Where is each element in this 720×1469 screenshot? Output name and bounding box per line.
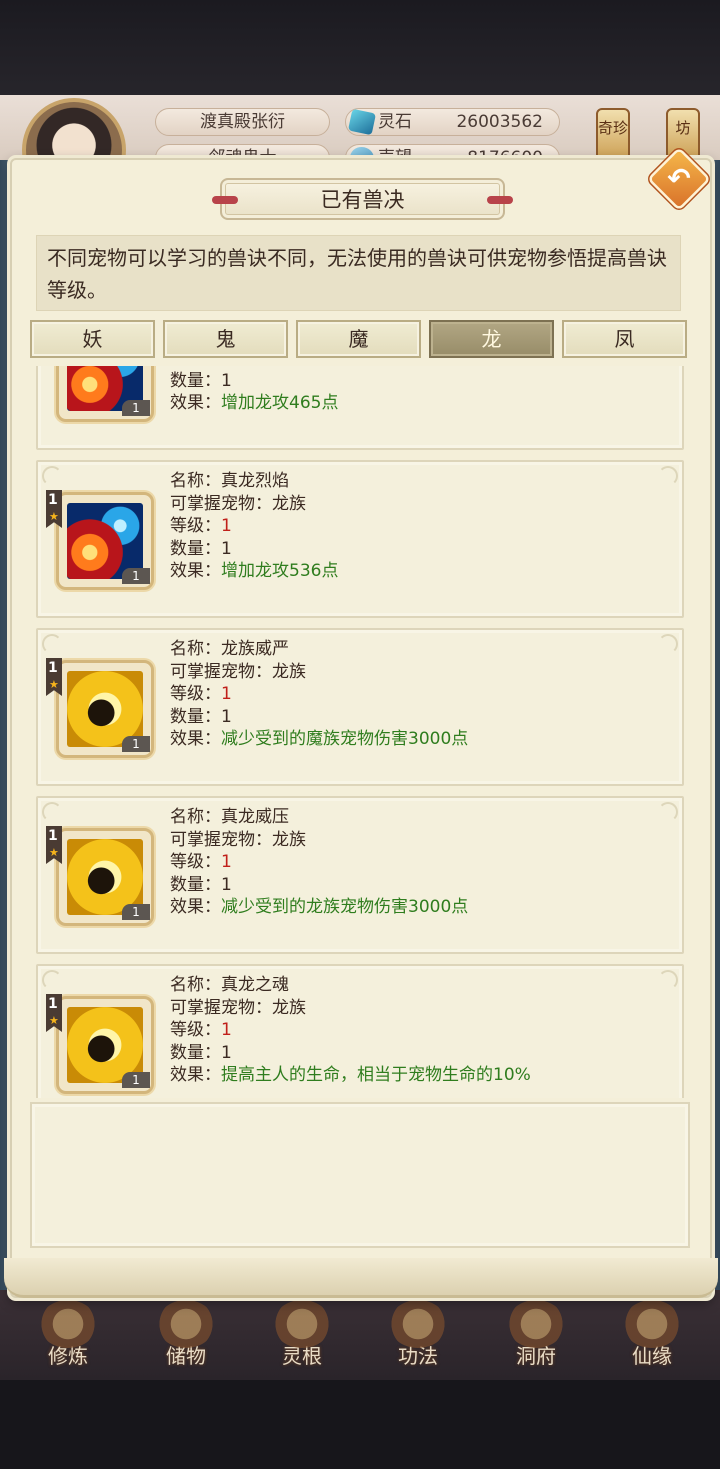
spirit-stone-display: 灵石 26003562 <box>345 108 560 136</box>
quantity-badge: 1 <box>122 736 150 752</box>
nav-spirit-root[interactable]: 灵根 <box>252 1300 352 1370</box>
skill-owner-row: 可掌握宠物：龙族 <box>170 493 306 514</box>
level-badge: 1 <box>48 828 58 844</box>
nav-technique[interactable]: 功法 <box>368 1300 468 1370</box>
skill-name: 真龙之魂 <box>221 975 289 995</box>
quantity-badge: 1 <box>122 1072 150 1088</box>
skill-name-row: 名称：真龙威压 <box>170 807 289 827</box>
skill-effect-row: 效果：增加龙攻465点 <box>170 393 339 414</box>
skill-effect: 提高主人的生命，相当于宠物生命的10% <box>221 1065 531 1086</box>
spirit-stone-value: 26003562 <box>456 112 543 132</box>
star-icon: ★ <box>49 678 59 691</box>
skill-quantity-row: 数量：1 <box>170 538 232 559</box>
cave-icon <box>507 1300 565 1348</box>
quantity-badge: 1 <box>122 568 150 584</box>
skill-level-row: 等级：1 <box>170 852 232 873</box>
level-badge: 1 <box>48 996 58 1012</box>
skill-name: 真龙威压 <box>221 807 289 827</box>
skill-name: 真龙烈焰 <box>221 471 289 491</box>
dialog-title: 已有兽决 <box>320 188 405 212</box>
skill-card[interactable]: 1 ★ 1 名称：龙族威严 可掌握宠物：龙族 等级：1 数量：1 效果：减少受到… <box>36 628 684 786</box>
skill-quantity-row: 数量：1 <box>170 706 232 727</box>
player-name: 渡真殿张衍 <box>155 108 330 136</box>
skill-effect-row: 效果：减少受到的龙族宠物伤害3000点 <box>170 897 469 918</box>
skill-level-row: 等级：1 <box>170 684 232 705</box>
tab-mo[interactable]: 魔 <box>296 320 421 358</box>
skill-owner-row: 可掌握宠物：龙族 <box>170 829 306 850</box>
skill-effect: 减少受到的龙族宠物伤害3000点 <box>221 897 469 918</box>
skill-card[interactable]: 1 ★ 1 名称：真龙烈焰 可掌握宠物：龙族 等级：1 数量：1 效果：增加龙攻… <box>36 460 684 618</box>
skill-card[interactable]: 1 数量：1 效果：增加龙攻465点 <box>36 366 684 450</box>
star-icon: ★ <box>49 510 59 523</box>
nav-cultivate[interactable]: 修炼 <box>18 1300 118 1370</box>
tab-long[interactable]: 龙 <box>429 320 554 358</box>
empty-detail-panel <box>30 1102 690 1248</box>
skill-level-row: 等级：1 <box>170 516 232 537</box>
skill-quantity-row: 数量：1 <box>170 1042 232 1063</box>
skill-effect: 增加龙攻465点 <box>221 393 339 414</box>
skill-effect-row: 效果：提高主人的生命，相当于宠物生命的10% <box>170 1065 531 1086</box>
quantity-badge: 1 <box>122 904 150 920</box>
cultivate-icon <box>39 1300 97 1348</box>
back-arrow-icon[interactable]: ↶ <box>662 162 696 196</box>
fate-icon <box>623 1300 681 1348</box>
scroll-roller <box>4 1258 718 1298</box>
skill-card[interactable]: 1 ★ 1 名称：真龙之魂 可掌握宠物：龙族 等级：1 数量：1 效果：提高主人… <box>36 964 684 1098</box>
skill-quantity-row: 数量：1 <box>170 874 232 895</box>
quantity-badge: 1 <box>122 400 150 416</box>
tab-yao[interactable]: 妖 <box>30 320 155 358</box>
technique-icon <box>389 1300 447 1348</box>
spirit-root-icon <box>273 1300 331 1348</box>
nav-storage[interactable]: 储物 <box>136 1300 236 1370</box>
skill-name: 龙族威严 <box>221 639 289 659</box>
spirit-stone-icon <box>347 108 377 136</box>
tab-feng[interactable]: 凤 <box>562 320 687 358</box>
skill-owner-row: 可掌握宠物：龙族 <box>170 997 306 1018</box>
skill-effect-row: 效果：减少受到的魔族宠物伤害3000点 <box>170 729 469 750</box>
skill-quantity-row: 数量：1 <box>170 370 232 391</box>
nav-fate[interactable]: 仙缘 <box>602 1300 702 1370</box>
skill-list[interactable]: 1 数量：1 效果：增加龙攻465点 1 ★ 1 名称：真龙烈焰 可掌握宠物：龙… <box>36 366 684 1098</box>
storage-icon <box>157 1300 215 1348</box>
skill-name-row: 名称：真龙烈焰 <box>170 471 289 491</box>
tab-gui[interactable]: 鬼 <box>163 320 288 358</box>
skill-name-row: 名称：真龙之魂 <box>170 975 289 995</box>
level-badge: 1 <box>48 660 58 676</box>
system-footer <box>0 1380 720 1469</box>
skill-effect: 减少受到的魔族宠物伤害3000点 <box>221 729 469 750</box>
star-icon: ★ <box>49 846 59 859</box>
star-icon: ★ <box>49 1014 59 1027</box>
skill-effect: 增加龙攻536点 <box>221 561 339 582</box>
skill-owner-row: 可掌握宠物：龙族 <box>170 661 306 682</box>
skill-card[interactable]: 1 ★ 1 名称：真龙威压 可掌握宠物：龙族 等级：1 数量：1 效果：减少受到… <box>36 796 684 954</box>
category-tabs: 妖 鬼 魔 龙 凤 <box>30 320 690 358</box>
spirit-stone-label: 灵石 <box>378 112 412 132</box>
dialog-notice: 不同宠物可以学习的兽诀不同，无法使用的兽诀可供宠物参悟提高兽诀等级。 <box>36 235 681 311</box>
level-badge: 1 <box>48 492 58 508</box>
skill-effect-row: 效果：增加龙攻536点 <box>170 561 339 582</box>
skill-level-row: 等级：1 <box>170 1020 232 1041</box>
nav-cave[interactable]: 洞府 <box>486 1300 586 1370</box>
skill-name-row: 名称：龙族威严 <box>170 639 289 659</box>
status-bar <box>0 0 720 95</box>
